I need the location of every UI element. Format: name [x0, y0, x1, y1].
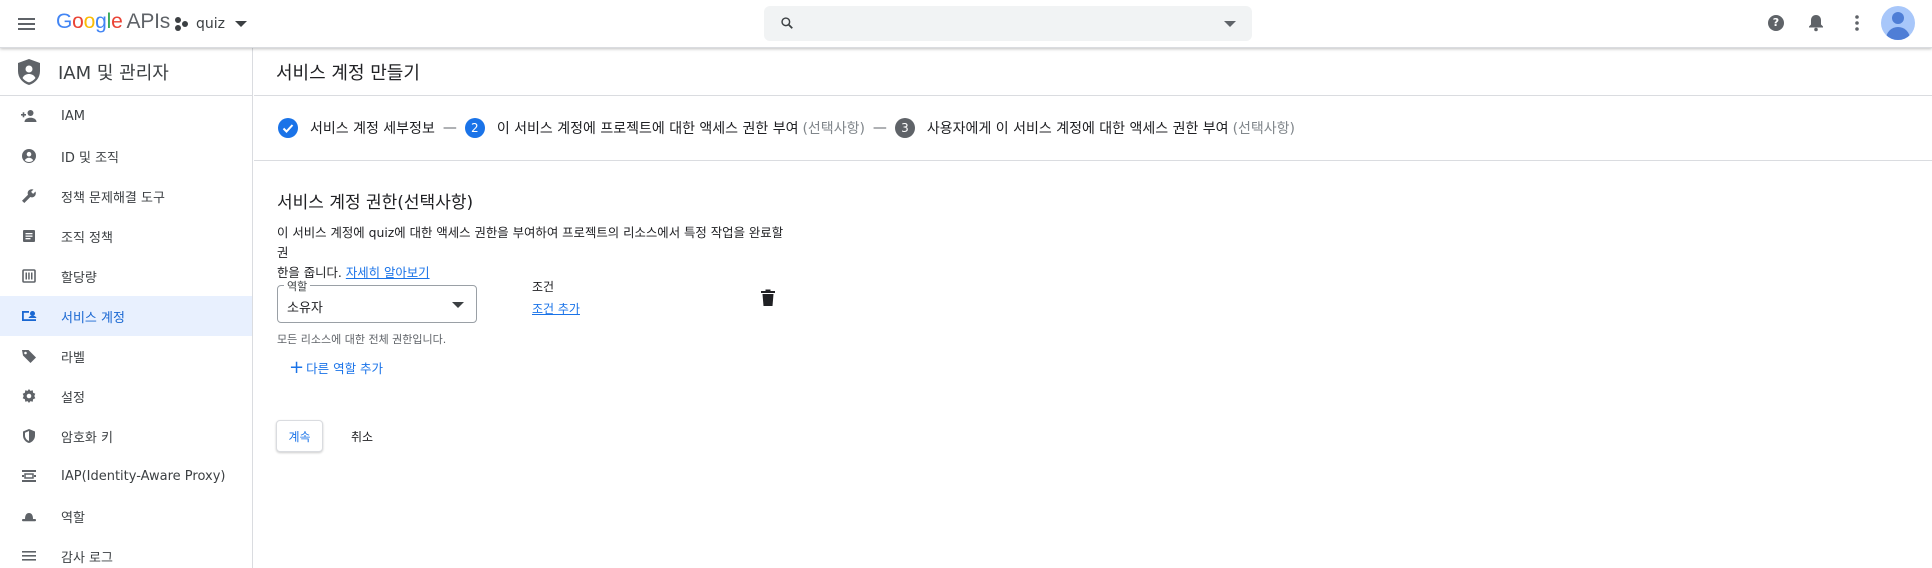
list-icon: [20, 547, 38, 565]
more-vert-icon[interactable]: [1855, 15, 1859, 63]
section-description: 이 서비스 계정에 quiz에 대한 액세스 권한을 부여하여 프로젝트의 리소…: [277, 223, 797, 283]
continue-button[interactable]: 계속: [276, 420, 323, 452]
sidebar-item-label: ID 및 조직: [61, 150, 119, 166]
sidebar-title: IAM 및 관리자: [58, 62, 169, 84]
iam-shield-icon: [18, 58, 40, 85]
logo-apis-text: APIs: [126, 10, 171, 33]
add-condition-link[interactable]: 조건 추가: [532, 300, 580, 317]
plus-icon: +: [289, 356, 305, 378]
sidebar-item-label: 설정: [61, 390, 85, 406]
search-input[interactable]: [808, 12, 1198, 36]
role-field-label: 역할: [284, 278, 311, 294]
section-title: 서비스 계정 권한(선택사항): [277, 193, 474, 213]
main-content: 서비스 계정 만들기 서비스 계정 세부정보 — 2 이 서비스 계정에 프로젝…: [254, 48, 1932, 568]
sidebar-item-iap[interactable]: IAP(Identity-Aware Proxy): [0, 456, 252, 496]
sidebar-item-settings[interactable]: 설정: [0, 376, 252, 416]
step-2-badge: 2: [464, 118, 485, 138]
project-selector[interactable]: quiz: [175, 12, 247, 36]
add-role-label: 다른 역할 추가: [306, 361, 384, 376]
sidebar-item-label: 조직 정책: [61, 230, 113, 246]
logo-google-text: Google: [56, 10, 123, 33]
step-complete-check-icon: [278, 118, 298, 138]
page-header: 서비스 계정 만들기: [254, 48, 1932, 96]
iap-icon: [20, 467, 38, 485]
step-1-label[interactable]: 서비스 계정 세부정보: [310, 118, 435, 138]
search-bar[interactable]: [764, 6, 1252, 41]
hat-icon: [20, 507, 38, 525]
delete-trash-icon[interactable]: [760, 289, 776, 307]
sidebar-item-iam[interactable]: IAM: [0, 96, 252, 136]
sidebar-item-encryption-keys[interactable]: 암호화 키: [0, 416, 252, 456]
page-title: 서비스 계정 만들기: [276, 62, 420, 84]
encryption-shield-icon: [20, 427, 38, 445]
sidebar-item-labels[interactable]: 라벨: [0, 336, 252, 376]
chevron-down-icon: [452, 302, 464, 308]
account-avatar[interactable]: [1881, 6, 1915, 40]
search-dropdown-icon[interactable]: [1224, 21, 1236, 27]
notifications-bell-icon[interactable]: [1808, 14, 1824, 62]
step-separator: —: [872, 120, 887, 136]
sidebar-item-service-accounts[interactable]: 서비스 계정: [0, 296, 252, 336]
role-selected-value: 소유자: [287, 301, 323, 316]
person-add-icon: [20, 107, 38, 125]
account-circle-icon: [20, 147, 38, 165]
step-separator: —: [442, 120, 457, 136]
step-3-badge: 3: [894, 118, 915, 138]
step-2-optional: (선택사항): [802, 121, 865, 137]
sidebar-item-org-policies[interactable]: 조직 정책: [0, 216, 252, 256]
sidebar-item-label: IAP(Identity-Aware Proxy): [61, 468, 226, 484]
quota-icon: [20, 267, 38, 285]
sidebar-item-identity-organization[interactable]: ID 및 조직: [0, 136, 252, 176]
sidebar-header: IAM 및 관리자: [0, 48, 252, 96]
sidebar-item-label: 역할: [61, 510, 85, 526]
sidebar-item-policy-troubleshooter[interactable]: 정책 문제해결 도구: [0, 176, 252, 216]
google-apis-logo[interactable]: Google APIs: [56, 10, 170, 34]
sidebar-item-label: 암호화 키: [61, 430, 113, 446]
help-icon[interactable]: ?: [1768, 15, 1784, 63]
step-2-label[interactable]: 이 서비스 계정에 프로젝트에 대한 액세스 권한 부여: [497, 118, 799, 138]
learn-more-link[interactable]: 자세히 알아보기: [346, 265, 430, 280]
cancel-button[interactable]: 취소: [338, 420, 386, 452]
sidebar-item-label: IAM: [61, 108, 85, 124]
sidebar-item-quotas[interactable]: 할당량: [0, 256, 252, 296]
search-icon: [781, 17, 793, 29]
step-3-label[interactable]: 사용자에게 이 서비스 계정에 대한 액세스 권한 부여: [927, 118, 1229, 138]
project-name: quiz: [196, 16, 225, 32]
gear-icon: [20, 387, 38, 405]
service-account-icon: [20, 307, 38, 325]
sidebar-item-label: 할당량: [61, 270, 97, 286]
top-app-bar: Google APIs quiz ?: [0, 0, 1932, 48]
project-hierarchy-icon: [175, 17, 189, 31]
sidebar: IAM 및 관리자 IAM ID 및 조직 정책 문제해결 도구 조직 정책 할…: [0, 48, 253, 568]
role-hint: 모든 리소스에 대한 전체 권한입니다.: [277, 333, 447, 346]
hamburger-menu-icon[interactable]: [14, 12, 38, 36]
stepper: 서비스 계정 세부정보 — 2 이 서비스 계정에 프로젝트에 대한 액세스 권…: [254, 96, 1932, 161]
add-another-role-button[interactable]: + 다른 역할 추가: [289, 358, 383, 377]
description-line-1: 이 서비스 계정에 quiz에 대한 액세스 권한을 부여하여 프로젝트의 리소…: [277, 225, 784, 260]
permissions-section: 서비스 계정 권한(선택사항) 이 서비스 계정에 quiz에 대한 액세스 권…: [277, 188, 797, 283]
sidebar-item-label: 서비스 계정: [61, 310, 125, 326]
sidebar-item-label: 라벨: [61, 350, 85, 366]
sidebar-item-label: 정책 문제해결 도구: [61, 190, 165, 206]
wrench-icon: [20, 187, 38, 205]
sidebar-item-label: 감사 로그: [61, 550, 113, 566]
sidebar-item-audit-logs[interactable]: 감사 로그: [0, 536, 252, 568]
role-select[interactable]: 역할 소유자: [277, 278, 477, 323]
chevron-down-icon: [235, 21, 247, 27]
step-3-optional: (선택사항): [1232, 121, 1296, 137]
sidebar-item-roles[interactable]: 역할: [0, 496, 252, 536]
document-icon: [20, 227, 38, 245]
condition-label: 조건: [532, 280, 555, 294]
label-icon: [20, 347, 38, 365]
